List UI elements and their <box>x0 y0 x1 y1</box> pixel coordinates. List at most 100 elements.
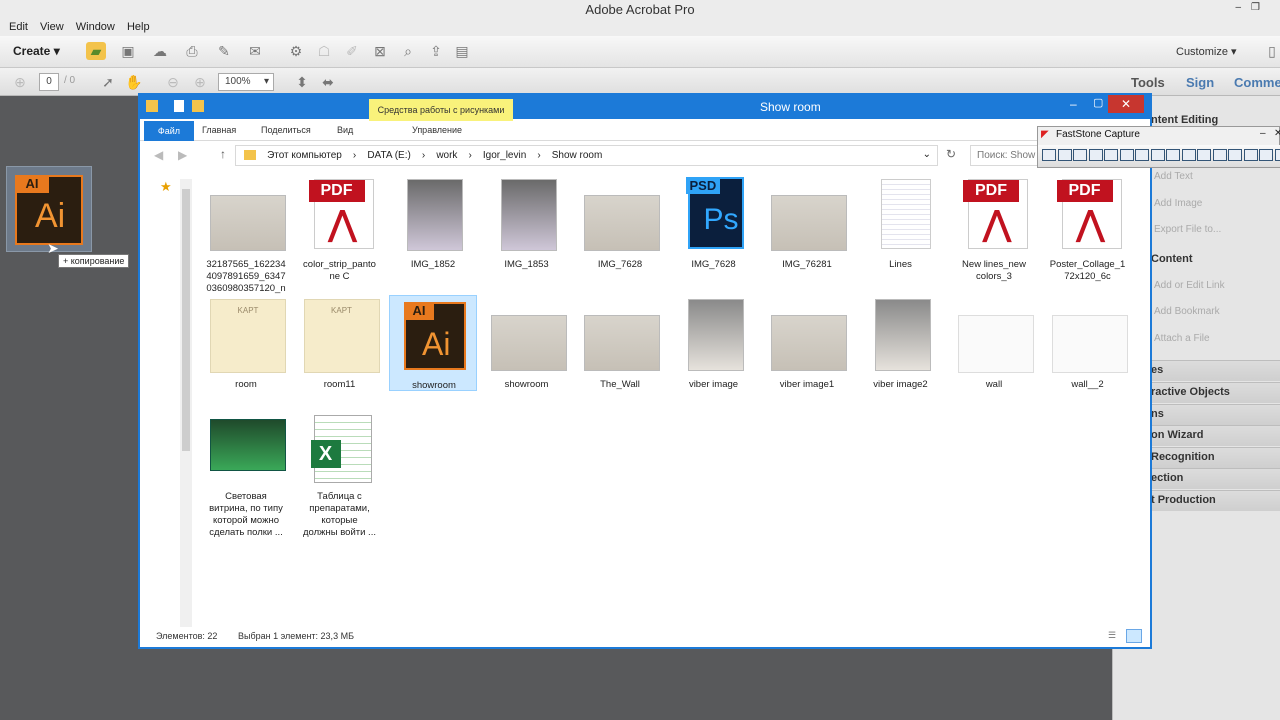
file-item[interactable]: IMG_1852 <box>389 175 477 271</box>
export-file-item[interactable]: Export File to... <box>1154 224 1221 235</box>
zoom-select[interactable]: 100% ▾ <box>218 73 274 91</box>
large-icons-view-icon[interactable] <box>1126 629 1142 643</box>
attach-file-item[interactable]: Attach a File <box>1154 333 1210 344</box>
tab-sign[interactable]: Sign <box>1186 75 1214 90</box>
file-item[interactable]: IMG_76281 <box>763 175 851 271</box>
faststone-minimize-icon[interactable]: – <box>1260 128 1266 139</box>
tab-comment[interactable]: Comme <box>1234 75 1280 90</box>
menu-window[interactable]: Window <box>76 20 115 34</box>
capture-tool-icon[interactable] <box>1119 149 1134 161</box>
file-item[interactable]: viber image1 <box>763 295 851 391</box>
page-number-input[interactable]: 0 <box>39 73 59 91</box>
search-doc-icon[interactable]: ⌕ <box>398 42 418 60</box>
up-icon[interactable]: ↑ <box>220 147 226 161</box>
file-item[interactable]: PDF ⋀ color_strip_panto ne C <box>296 175 384 282</box>
tab-share[interactable]: Поделиться <box>261 125 311 135</box>
add-link-item[interactable]: Add or Edit Link <box>1154 280 1225 291</box>
capture-tool-icon[interactable] <box>1042 149 1056 161</box>
create-button[interactable]: Create ▾ <box>13 44 60 58</box>
favorites-star-icon[interactable]: ★ <box>160 179 172 195</box>
capture-tool-icon[interactable] <box>1057 149 1072 161</box>
new-folder-icon[interactable] <box>192 100 204 112</box>
gear-icon[interactable]: ⚙ <box>286 42 306 60</box>
capture-tool-icon[interactable] <box>1073 149 1087 161</box>
capture-tool-icon[interactable] <box>1243 149 1258 161</box>
close-icon[interactable]: ✕ <box>1108 95 1144 113</box>
capture-tool-icon[interactable] <box>1274 149 1280 161</box>
open-folder-icon[interactable]: ▰ <box>86 42 106 60</box>
tab-home[interactable]: Главная <box>202 125 236 135</box>
cloud-icon[interactable]: ☁ <box>150 42 170 60</box>
forward-icon[interactable]: ▶ <box>178 148 187 162</box>
highlight-icon[interactable]: ✐ <box>342 42 362 60</box>
menu-edit[interactable]: Edit <box>9 20 28 34</box>
fit-width-icon[interactable]: ⬌ <box>318 73 338 91</box>
nav-scrollbar[interactable] <box>180 179 192 627</box>
zoom-in-icon[interactable]: ⊕ <box>190 73 210 91</box>
customize-button[interactable]: Customize ▾ <box>1176 45 1237 58</box>
add-text-item[interactable]: Add Text <box>1154 171 1193 182</box>
file-item[interactable]: showroom <box>483 295 571 391</box>
file-item[interactable]: viber image2 <box>857 295 945 391</box>
zoom-out-icon[interactable]: ⊖ <box>163 73 183 91</box>
chevron-down-icon[interactable]: ⌄ <box>923 149 931 160</box>
expand-icon[interactable]: ▯ <box>1262 42 1280 60</box>
file-item[interactable]: KAPT room11 <box>296 295 384 391</box>
capture-tool-icon[interactable] <box>1259 149 1273 161</box>
file-item[interactable]: IMG_7628 <box>576 175 664 271</box>
capture-tool-icon[interactable] <box>1212 149 1227 161</box>
capture-tool-icon[interactable] <box>1104 149 1118 161</box>
stamp-icon[interactable]: ⊠ <box>370 42 390 60</box>
capture-tool-icon[interactable] <box>1135 149 1149 161</box>
capture-tool-icon[interactable] <box>1228 149 1242 161</box>
address-bar[interactable]: Этот компьютер › DATA (E:) › work › Igor… <box>235 145 938 166</box>
file-item[interactable]: The_Wall <box>576 295 664 391</box>
capture-tool-icon[interactable] <box>1150 149 1165 161</box>
next-page-icon[interactable]: ⊕ <box>10 73 30 91</box>
print-icon[interactable]: ⎙ <box>182 42 202 60</box>
file-item[interactable]: 32187565_162234 4097891659_6347 03609803… <box>202 175 290 294</box>
file-item[interactable]: X Таблица с препаратами, которые должны в… <box>296 415 384 538</box>
edit-icon[interactable]: ✎ <box>214 42 234 60</box>
hand-tool-icon[interactable]: ✋ <box>124 73 144 91</box>
capture-tool-icon[interactable] <box>1166 149 1180 161</box>
export-icon[interactable]: ⇪ <box>426 42 446 60</box>
file-item[interactable]: PDF ⋀ Poster_Collage_1 72x120_6c <box>1044 175 1132 282</box>
save-icon[interactable]: ▣ <box>118 42 138 60</box>
menu-view[interactable]: View <box>40 20 64 34</box>
capture-tool-icon[interactable] <box>1181 149 1196 161</box>
file-item[interactable]: PDF ⋀ New lines_new colors_3 <box>950 175 1038 282</box>
breadcrumb-computer[interactable]: Этот компьютер <box>267 150 342 161</box>
form-icon[interactable]: ▤ <box>452 42 472 60</box>
properties-icon[interactable] <box>174 100 184 112</box>
minimize-icon[interactable]: – <box>1070 97 1077 111</box>
file-item[interactable]: IMG_1853 <box>483 175 571 271</box>
file-item[interactable]: AI Ai showroom <box>389 295 477 391</box>
email-icon[interactable]: ✉ <box>245 42 265 60</box>
select-arrow-icon[interactable]: ➚ <box>98 73 118 91</box>
file-item[interactable]: Lines <box>857 175 945 271</box>
file-item[interactable]: Световая витрина, по типу которой можно … <box>202 415 290 538</box>
capture-tool-icon[interactable] <box>1197 149 1211 161</box>
file-item[interactable]: PSD Ps IMG_7628 <box>670 175 758 271</box>
tab-tools[interactable]: Tools <box>1131 75 1165 90</box>
comment-icon[interactable]: ☖ <box>314 42 334 60</box>
maximize-icon[interactable]: ▢ <box>1093 96 1103 109</box>
tab-file[interactable]: Файл <box>144 121 194 141</box>
faststone-close-icon[interactable]: ✕ <box>1274 128 1280 139</box>
content-editing-header[interactable]: ntent Editing <box>1151 114 1218 126</box>
menu-help[interactable]: Help <box>127 20 150 34</box>
tab-view[interactable]: Вид <box>337 125 353 135</box>
file-item[interactable]: viber image <box>670 295 758 391</box>
acrobat-window-controls[interactable]: –❐ <box>1235 2 1270 13</box>
file-item[interactable]: wall <box>950 295 1038 391</box>
details-view-icon[interactable]: ☰ <box>1108 630 1116 641</box>
file-item[interactable]: wall__2 <box>1044 295 1132 391</box>
tab-manage[interactable]: Управление <box>412 125 462 135</box>
capture-tool-icon[interactable] <box>1088 149 1103 161</box>
file-item[interactable]: KAPT room <box>202 295 290 391</box>
add-bookmark-item[interactable]: Add Bookmark <box>1154 306 1220 317</box>
fit-page-icon[interactable]: ⬍ <box>292 73 312 91</box>
breadcrumb-igor[interactable]: Igor_levin <box>483 150 526 161</box>
add-image-item[interactable]: Add Image <box>1154 198 1202 209</box>
